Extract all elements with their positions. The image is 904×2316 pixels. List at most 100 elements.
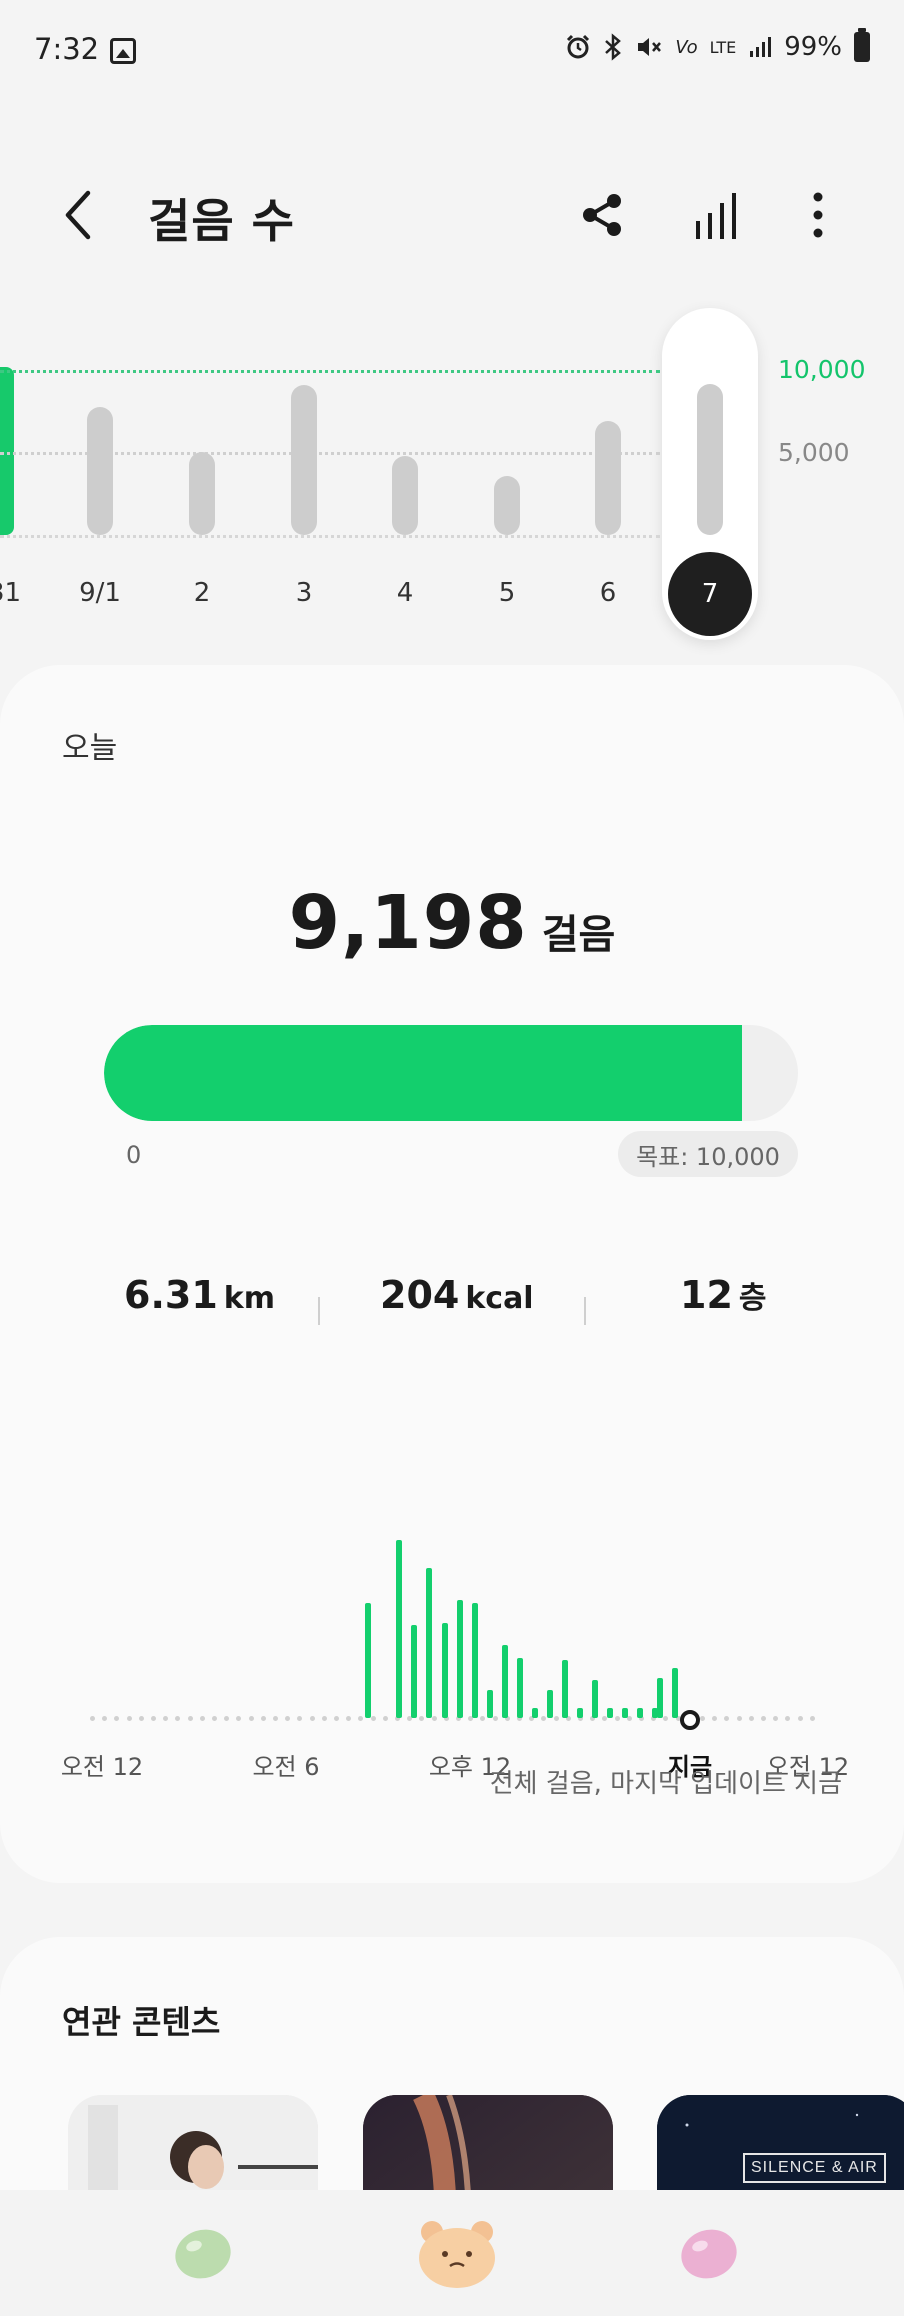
battery-percent: 99%	[784, 32, 842, 62]
hourly-bar	[472, 1603, 478, 1718]
day-label: 4	[396, 578, 414, 608]
hourly-bar	[577, 1708, 583, 1718]
baseline-dot	[309, 1716, 315, 1721]
nav-item-pink-bean[interactable]	[664, 2212, 754, 2292]
baseline-dot	[358, 1716, 364, 1721]
stat-divider	[584, 1297, 586, 1325]
alarm-icon	[567, 34, 590, 59]
day-bar[interactable]	[595, 421, 621, 535]
status-icons: Vo LTE 99%	[565, 28, 870, 62]
floors-stat: 12 층	[680, 1273, 767, 1317]
baseline-dot	[102, 1716, 108, 1721]
baseline-dot	[382, 1716, 388, 1721]
day-bar[interactable]	[392, 456, 418, 535]
goal-axis-label: 10,000	[778, 355, 866, 384]
share-icon	[583, 194, 621, 236]
day-bar[interactable]	[291, 385, 317, 535]
weekly-steps-chart[interactable]: 10,000 5,000 31 9/1 2 3 4 5 6 7	[0, 300, 904, 650]
green-bean-icon	[175, 2229, 231, 2279]
hourly-bar	[487, 1690, 493, 1718]
gallery-notification-icon	[110, 38, 136, 64]
day-label: 9/1	[79, 578, 121, 608]
app-header: 걸음 수	[0, 165, 904, 265]
baseline-dot	[553, 1716, 559, 1721]
baseline-dot	[370, 1716, 376, 1721]
baseline-dot	[163, 1716, 169, 1721]
distance-stat: 6.31 km	[124, 1273, 275, 1317]
progress-min-label: 0	[126, 1141, 142, 1169]
baseline-dot	[541, 1716, 547, 1721]
back-button[interactable]	[56, 185, 106, 245]
baseline-dot	[248, 1716, 254, 1721]
goal-gridline	[0, 370, 660, 373]
baseline-dot	[748, 1716, 754, 1721]
chevron-left-icon	[65, 190, 91, 240]
baseline-dot	[761, 1716, 766, 1721]
stats-row: 6.31 km 204 kcal 12 층	[0, 1273, 904, 1353]
step-count-value: 9,198	[288, 880, 528, 966]
bear-face-icon	[419, 2221, 495, 2288]
hourly-bar	[396, 1540, 402, 1718]
status-bar: 7:32 Vo LTE 99%	[0, 0, 904, 100]
baseline-dot	[285, 1716, 291, 1721]
hour-label: 오전 6	[252, 1753, 320, 1781]
hourly-bar	[622, 1708, 628, 1718]
baseline-dot	[114, 1716, 120, 1721]
baseline-dot	[773, 1716, 779, 1721]
now-marker	[680, 1710, 700, 1730]
trends-button[interactable]	[686, 185, 746, 245]
baseline-dot	[797, 1716, 803, 1721]
more-options-button[interactable]	[788, 185, 848, 245]
hourly-bar	[532, 1708, 538, 1718]
goal-progress-fill	[104, 1025, 743, 1121]
day-bar[interactable]	[87, 407, 113, 535]
hourly-bar	[592, 1680, 598, 1718]
share-button[interactable]	[572, 185, 632, 245]
calories-stat: 204 kcal	[380, 1273, 534, 1317]
hourly-bar	[657, 1678, 663, 1718]
hourly-bar	[547, 1690, 553, 1718]
today-card: 오늘 9,198 걸음 0 목표: 10,000 6.31 km 204 kcal 1…	[0, 665, 904, 1883]
baseline-dot	[724, 1716, 730, 1721]
baseline-dot	[809, 1716, 815, 1721]
battery-icon	[854, 28, 870, 62]
day-label: 31	[0, 578, 22, 608]
hourly-bar	[502, 1645, 508, 1718]
baseline-dot	[224, 1716, 230, 1721]
baseline-dot	[297, 1716, 303, 1721]
hourly-bar	[607, 1708, 613, 1718]
selected-day-label[interactable]: 7	[668, 552, 752, 636]
day-label: 6	[599, 578, 617, 608]
thumbnail-logo-text: SILENCE & AIR	[743, 2153, 886, 2183]
baseline-dot	[785, 1716, 791, 1721]
baseline-dot	[212, 1716, 217, 1721]
baseline-dot	[321, 1716, 327, 1721]
hourly-steps-chart[interactable]: 오전 12 오전 6 오후 12 지금 오전 12	[0, 1445, 904, 1781]
hourly-bar	[411, 1625, 417, 1718]
hourly-bar	[562, 1660, 568, 1718]
base-gridline	[0, 535, 660, 538]
stat-divider	[318, 1297, 320, 1325]
today-label: 오늘	[62, 731, 118, 766]
goal-chip[interactable]: 목표: 10,000	[618, 1131, 798, 1177]
baseline-dot	[663, 1716, 669, 1721]
mute-icon	[638, 38, 662, 56]
day-bar[interactable]	[189, 452, 215, 535]
lte-icon: LTE	[709, 37, 737, 57]
floors-value: 12	[680, 1273, 733, 1317]
nav-item-green-bean[interactable]	[158, 2212, 248, 2292]
day-bar-selected[interactable]	[697, 384, 723, 535]
hourly-bar	[365, 1603, 371, 1718]
step-count-unit: 걸음	[541, 912, 616, 958]
signal-icon	[750, 37, 772, 57]
nav-item-bear[interactable]	[412, 2212, 502, 2292]
baseline-dot	[151, 1716, 156, 1721]
last-update-note: 전체 걸음, 마지막 업데이트 지금	[489, 1769, 842, 1799]
hour-label: 오전 12	[60, 1753, 144, 1781]
day-label: 2	[193, 578, 211, 608]
distance-unit: km	[223, 1281, 275, 1316]
baseline-dot	[736, 1716, 742, 1721]
baseline-dot	[236, 1716, 242, 1721]
day-bar[interactable]	[494, 476, 520, 535]
status-time: 7:32	[34, 32, 100, 66]
